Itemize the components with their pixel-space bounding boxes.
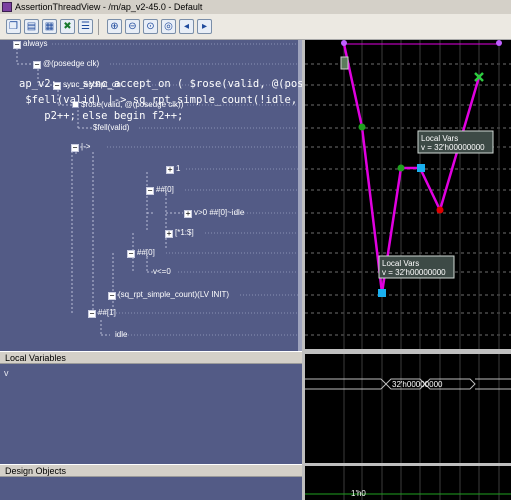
collapse-icon[interactable]: −: [108, 292, 116, 300]
toolbar: ❐ ▤ ▦ ✖ ☰ ⊕ ⊖ ⊙ ◎ ◂ ▸: [0, 14, 511, 40]
collapse-icon[interactable]: −: [33, 61, 41, 69]
match-point[interactable]: [358, 123, 366, 131]
expand-icon[interactable]: +: [165, 230, 173, 238]
tree-node-always[interactable]: − always: [13, 40, 47, 49]
tooltip-value: v = 32'h00000000: [421, 143, 485, 152]
start-flag-icon[interactable]: [340, 56, 349, 70]
tree-node-delay0[interactable]: − ##[0]: [146, 185, 174, 195]
zoom-out-icon[interactable]: ⊖: [125, 19, 140, 34]
tooltip-title: Local Vars: [421, 134, 458, 143]
forward-icon[interactable]: ▸: [197, 19, 212, 34]
waveform-panel: Local Vars v = 32'h00000000 Local Vars v…: [305, 40, 511, 500]
zoom-full-icon[interactable]: ◎: [161, 19, 176, 34]
title-bar: AssertionThreadView - /m/ap_v2-45.0 - De…: [0, 0, 511, 14]
collapse-icon[interactable]: −: [13, 41, 21, 49]
local-variables-panel: v: [0, 364, 302, 464]
collapse-icon[interactable]: −: [71, 144, 79, 152]
excel-icon[interactable]: ✖: [60, 19, 75, 34]
design-objects-panel: [0, 477, 302, 500]
bus-value-label: 32'h00000000: [392, 380, 443, 389]
local-variable-v: v: [4, 368, 9, 378]
tree-node-v-gt-0[interactable]: + v>0 ##[0]~idle: [184, 208, 244, 218]
tree-node-delay0b[interactable]: − ##[0]: [127, 248, 155, 258]
tree-node-sq-rpt[interactable]: − (sq_rpt_simple_count)(LV INIT): [108, 290, 229, 300]
tree-node-implication[interactable]: − |->: [71, 142, 90, 152]
thread-start-point[interactable]: [341, 40, 347, 46]
copy-icon[interactable]: ❐: [6, 19, 21, 34]
tree-node-one[interactable]: +1: [166, 164, 180, 174]
local-var-marker[interactable]: [378, 289, 386, 297]
back-icon[interactable]: ◂: [179, 19, 194, 34]
tree-node-v-le-0[interactable]: v<=0: [152, 267, 171, 277]
thread-end-point[interactable]: [496, 40, 502, 46]
wave-separator[interactable]: [305, 349, 511, 354]
table-icon[interactable]: ☰: [78, 19, 93, 34]
expand-icon[interactable]: +: [184, 210, 192, 218]
expand-icon[interactable]: +: [166, 166, 174, 174]
local-vars-tooltip: Local Vars v = 32'h00000000: [378, 255, 455, 279]
tree-node-fell[interactable]: $fell(valid): [92, 123, 129, 133]
local-var-marker[interactable]: [417, 164, 425, 172]
grid-icon[interactable]: ▦: [42, 19, 57, 34]
toolbar-separator: [98, 19, 99, 35]
collapse-icon[interactable]: −: [146, 187, 154, 195]
window-title: AssertionThreadView - /m/ap_v2-45.0 - De…: [15, 2, 203, 12]
tree-node-idle[interactable]: idle: [114, 330, 127, 340]
paste-icon[interactable]: ▤: [24, 19, 39, 34]
tooltip-title: Local Vars: [382, 259, 419, 268]
tree-node-posedge[interactable]: − @(posedge clk): [33, 59, 99, 69]
collapse-icon[interactable]: −: [88, 310, 96, 318]
wave-separator-lower[interactable]: [305, 463, 511, 466]
signal-value-label: 1'h0: [351, 489, 366, 498]
assertion-thread-view-window: AssertionThreadView - /m/ap_v2-45.0 - De…: [0, 0, 511, 500]
left-pane: − always − @(posedge clk) − sync_accept_on …: [0, 40, 424, 500]
tree-node-repeat[interactable]: + [*1:$]: [165, 228, 194, 238]
local-variables-title: Local Variables: [0, 351, 302, 364]
tree-node-delay1[interactable]: − ##[1]: [88, 308, 116, 318]
thread-graph: Local Vars v = 32'h00000000 Local Vars v…: [305, 40, 511, 500]
zoom-in-icon[interactable]: ⊕: [107, 19, 122, 34]
tooltip-value: v = 32'h00000000: [382, 268, 446, 277]
collapse-icon[interactable]: −: [127, 250, 135, 258]
fail-point[interactable]: [436, 206, 444, 214]
zoom-fit-icon[interactable]: ⊙: [143, 19, 158, 34]
local-vars-tooltip: Local Vars v = 32'h00000000: [417, 130, 494, 154]
design-objects-title: Design Objects: [0, 464, 302, 477]
app-icon: [2, 2, 12, 12]
match-point[interactable]: [397, 164, 405, 172]
